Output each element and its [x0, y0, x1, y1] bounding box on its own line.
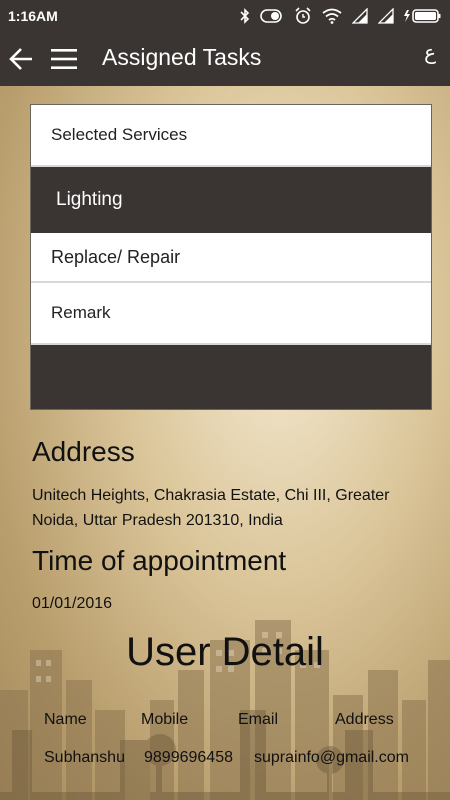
address-text: Unitech Heights, Chakrasia Estate, Chi I… — [32, 487, 390, 529]
address-heading: Address — [32, 436, 135, 467]
status-bar: 1:16AM — [0, 0, 450, 32]
user-column-email: Email — [238, 711, 279, 728]
alarm-icon — [295, 7, 311, 24]
language-toggle[interactable]: ع — [424, 40, 436, 64]
signal-icon — [378, 8, 394, 24]
user-column-mobile: Mobile — [141, 711, 189, 728]
user-column-address: Address — [335, 711, 394, 728]
app-bar: Assigned Tasks ع — [0, 32, 450, 86]
hamburger-menu-icon[interactable] — [50, 47, 78, 71]
user-mobile-value: 9899696458 — [144, 749, 233, 766]
wifi-icon — [322, 8, 342, 24]
bluetooth-icon — [240, 8, 250, 24]
user-name-value: Subhanshu — [44, 749, 125, 766]
battery-charging-icon — [404, 9, 441, 23]
status-icons — [240, 7, 442, 25]
user-column-name: Name — [44, 711, 87, 728]
remark-value — [31, 345, 431, 409]
service-name: Replace/ Repair — [31, 233, 431, 283]
remark-label: Remark — [31, 283, 431, 345]
status-time: 1:16AM — [8, 8, 58, 24]
user-email-value: suprainfo@gmail.com — [254, 749, 409, 766]
battery-saver-icon — [260, 9, 282, 23]
service-category: Lighting — [31, 167, 431, 233]
user-detail-heading: User Detail — [126, 630, 324, 674]
signal-icon — [352, 8, 368, 24]
page-title: Assigned Tasks — [102, 44, 262, 70]
back-arrow-icon[interactable] — [8, 46, 34, 72]
appointment-heading: Time of appointment — [32, 545, 287, 576]
selected-services-header: Selected Services — [31, 105, 431, 167]
services-card: Selected Services Lighting Replace/ Repa… — [30, 104, 432, 410]
